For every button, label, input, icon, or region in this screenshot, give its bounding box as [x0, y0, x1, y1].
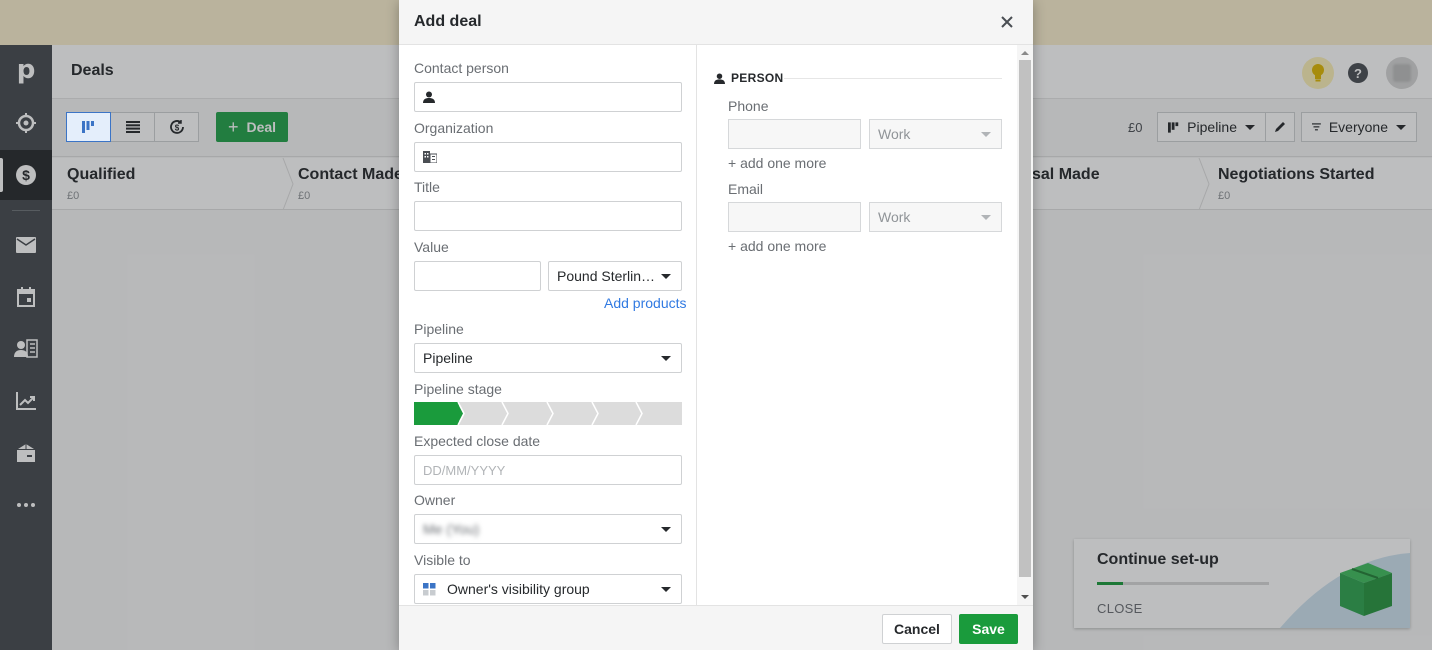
pipeline-label: Pipeline: [414, 321, 464, 337]
title-input[interactable]: [414, 201, 682, 231]
owner-value: Me (You): [423, 521, 480, 537]
pipeline-stage-option[interactable]: [414, 402, 465, 425]
pipeline-stage-option[interactable]: [592, 402, 644, 425]
phone-type-select[interactable]: Work: [869, 119, 1002, 149]
currency-value: Pound Sterlin…: [557, 268, 656, 284]
chevron-down-icon: [661, 274, 671, 279]
scroll-up-icon[interactable]: [1021, 51, 1029, 55]
email-input[interactable]: [728, 202, 861, 232]
save-button[interactable]: Save: [959, 614, 1018, 644]
modal-scrollbar[interactable]: [1017, 45, 1033, 605]
pipeline-stage-option[interactable]: [503, 402, 554, 425]
scroll-thumb[interactable]: [1019, 60, 1031, 577]
modal-header: Add deal: [399, 0, 1033, 45]
pipeline-stage-option[interactable]: [458, 402, 510, 425]
chevron-down-icon: [981, 215, 991, 220]
pipeline-stage-selector: [414, 402, 683, 425]
date-placeholder: DD/MM/YYYY: [423, 462, 506, 478]
scroll-down-icon[interactable]: [1021, 595, 1029, 599]
email-type-value: Work: [878, 209, 911, 225]
building-icon: [423, 151, 437, 163]
pipeline-view-icon: [81, 121, 94, 133]
chevron-down-icon: [661, 587, 671, 592]
deal-fields-column: Contact person Organization Title Value …: [399, 45, 697, 605]
owner-select[interactable]: Me (You): [414, 514, 682, 544]
close-icon: [1001, 16, 1013, 28]
email-type-select[interactable]: Work: [869, 202, 1002, 232]
add-deal-modal: Add deal Contact person Organization Tit…: [399, 0, 1033, 650]
cancel-button[interactable]: Cancel: [882, 614, 952, 644]
visible-to-value: Owner's visibility group: [447, 581, 590, 597]
contact-person-label: Contact person: [414, 60, 509, 76]
visible-to-label: Visible to: [414, 552, 471, 568]
organization-label: Organization: [414, 120, 494, 136]
add-phone-link[interactable]: + add one more: [728, 155, 826, 171]
organization-input[interactable]: [414, 142, 682, 172]
add-email-link[interactable]: + add one more: [728, 238, 826, 254]
visibility-group-icon: [423, 582, 436, 595]
chevron-down-icon: [661, 527, 671, 532]
pipeline-select[interactable]: Pipeline: [414, 343, 682, 373]
add-products-link[interactable]: Add products: [604, 295, 687, 311]
expected-close-date-label: Expected close date: [414, 433, 541, 449]
chevron-down-icon: [661, 356, 671, 361]
phone-label: Phone: [728, 98, 769, 114]
phone-type-value: Work: [878, 126, 911, 142]
value-amount-input[interactable]: [414, 261, 541, 291]
currency-select[interactable]: Pound Sterlin…: [548, 261, 682, 291]
email-label: Email: [728, 181, 764, 197]
section-divider: [784, 78, 1002, 79]
pipeline-value: Pipeline: [423, 350, 473, 366]
person-section-heading: PERSON: [714, 71, 783, 85]
person-fields-column: PERSON Phone Work + add one more Email W…: [698, 45, 1016, 605]
pipeline-stage-option[interactable]: [548, 402, 599, 425]
person-icon: [714, 72, 725, 84]
owner-label: Owner: [414, 492, 456, 508]
pipeline-stage-option[interactable]: [637, 402, 683, 425]
modal-title: Add deal: [414, 13, 482, 30]
person-icon: [423, 91, 435, 103]
pipeline-view-button[interactable]: [66, 112, 111, 142]
pipeline-stage-label: Pipeline stage: [414, 381, 502, 397]
expected-close-date-input[interactable]: DD/MM/YYYY: [414, 455, 682, 485]
person-section-title: PERSON: [731, 71, 784, 85]
title-label: Title: [414, 179, 440, 195]
value-label: Value: [414, 239, 449, 255]
contact-person-input[interactable]: [414, 82, 682, 112]
chevron-down-icon: [981, 132, 991, 137]
close-button[interactable]: [996, 11, 1018, 33]
modal-footer: Cancel Save: [399, 605, 1033, 650]
visible-to-select[interactable]: Owner's visibility group: [414, 574, 682, 604]
phone-input[interactable]: [728, 119, 861, 149]
